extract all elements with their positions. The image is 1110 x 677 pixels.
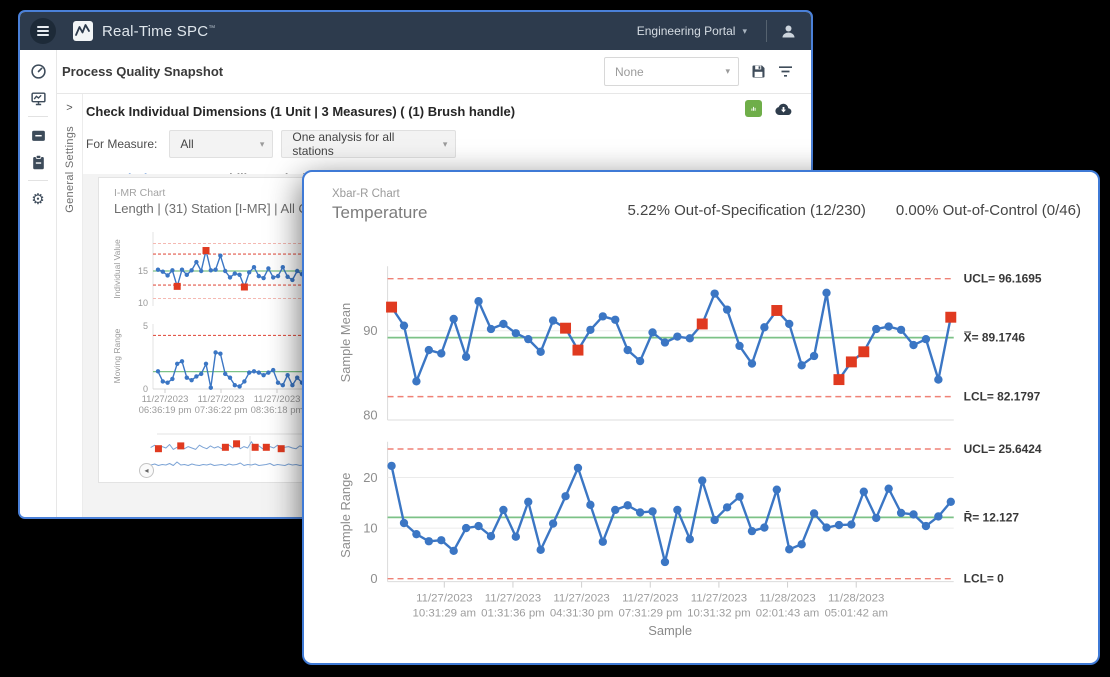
svg-text:02:01:43 am: 02:01:43 am xyxy=(756,607,820,619)
svg-text:11/28/2023: 11/28/2023 xyxy=(759,593,815,605)
general-settings-panel: > General Settings xyxy=(57,94,83,517)
svg-text:10:31:29 am: 10:31:29 am xyxy=(413,607,477,619)
clipboard-icon[interactable] xyxy=(23,150,53,174)
expand-panel-chevron-icon[interactable]: > xyxy=(62,100,76,116)
svg-text:Moving Range: Moving Range xyxy=(112,328,122,383)
dashboard-gauge-icon[interactable] xyxy=(23,59,53,83)
svg-text:15: 15 xyxy=(138,266,148,276)
analysis-scope-value: One analysis for all stations xyxy=(292,130,431,158)
caret-down-icon: ▾ xyxy=(260,139,265,150)
imr-chart-type-label: I-MR Chart xyxy=(114,187,165,199)
user-icon[interactable] xyxy=(780,23,797,40)
filter-icon[interactable] xyxy=(778,65,793,78)
moving-range-chart[interactable]: 5 0 Moving Range xyxy=(108,319,318,393)
svg-text:UCL= 96.1695: UCL= 96.1695 xyxy=(964,272,1042,286)
settings-gear-icon[interactable]: ⚙ xyxy=(23,187,53,211)
xbar-r-chart-plot[interactable]: 90 80 UCL= 96.1695 X̿= 89.1746 LCL= 82.1797 S… xyxy=(304,172,1098,663)
svg-text:R̄= 12.127: R̄= 12.127 xyxy=(964,510,1020,524)
panel-card-icon[interactable] xyxy=(23,123,53,147)
svg-text:11/27/2023: 11/27/2023 xyxy=(485,593,541,605)
svg-text:UCL= 25.6424: UCL= 25.6424 xyxy=(964,442,1042,456)
screenshot-canvas: Real-Time SPC™ Engineering Portal ▾ xyxy=(0,0,1110,677)
svg-text:11/27/2023: 11/27/2023 xyxy=(691,593,747,605)
svg-text:11/27/2023: 11/27/2023 xyxy=(553,593,609,605)
next-chart-preview-strip[interactable] xyxy=(143,428,313,483)
xbar-r-chart-window: Xbar-R Chart Temperature 5.22% Out-of-Sp… xyxy=(302,170,1100,665)
previous-chart-button[interactable]: ◂ xyxy=(139,463,154,478)
svg-text:0: 0 xyxy=(143,384,148,393)
svg-text:11/27/2023: 11/27/2023 xyxy=(416,593,472,605)
measure-select-value: All xyxy=(180,137,193,151)
caret-down-icon: ▾ xyxy=(725,66,730,77)
svg-text:0: 0 xyxy=(370,571,377,586)
svg-text:07:31:29 pm: 07:31:29 pm xyxy=(618,607,682,619)
report-preset-select[interactable]: None ▾ xyxy=(604,57,739,86)
app-title: Real-Time SPC™ xyxy=(102,23,215,40)
caret-down-icon: ▾ xyxy=(742,26,747,37)
portal-dropdown[interactable]: Engineering Portal ▾ xyxy=(631,23,753,39)
for-measure-label: For Measure: xyxy=(86,137,157,151)
svg-text:05:01:42 am: 05:01:42 am xyxy=(824,607,888,619)
svg-text:11/27/2023: 11/27/2023 xyxy=(622,593,678,605)
analysis-section-title: Check Individual Dimensions (1 Unit | 3 … xyxy=(86,104,515,119)
svg-text:01:31:36 pm: 01:31:36 pm xyxy=(481,607,545,619)
svg-text:10: 10 xyxy=(138,298,148,308)
svg-text:5: 5 xyxy=(143,321,148,331)
bar-chart-icon[interactable] xyxy=(745,100,762,117)
svg-text:Sample: Sample xyxy=(648,623,692,638)
caret-down-icon: ▾ xyxy=(443,139,448,150)
individual-value-chart[interactable]: 15 10 Individual Value xyxy=(108,226,318,310)
svg-text:Sample Range: Sample Range xyxy=(338,473,353,558)
app-logo-chart-icon xyxy=(72,20,94,42)
svg-text:10: 10 xyxy=(363,521,377,536)
svg-text:11/28/2023: 11/28/2023 xyxy=(828,593,884,605)
monitor-chart-icon[interactable] xyxy=(23,86,53,110)
svg-text:Sample Mean: Sample Mean xyxy=(338,303,353,383)
cloud-download-icon[interactable] xyxy=(774,102,793,116)
svg-text:10:31:32 pm: 10:31:32 pm xyxy=(687,607,751,619)
report-preset-value: None xyxy=(615,65,644,79)
svg-text:LCL= 82.1797: LCL= 82.1797 xyxy=(964,390,1041,404)
snapshot-toolbar: Process Quality Snapshot None ▾ xyxy=(57,50,811,94)
svg-text:20: 20 xyxy=(363,470,377,485)
menu-icon[interactable] xyxy=(30,18,56,44)
svg-text:X̿= 89.1746: X̿= 89.1746 xyxy=(964,330,1026,345)
svg-text:LCL= 0: LCL= 0 xyxy=(964,572,1004,586)
svg-text:04:31:30 pm: 04:31:30 pm xyxy=(550,607,614,619)
general-settings-label: General Settings xyxy=(64,126,76,213)
page-title: Process Quality Snapshot xyxy=(62,64,223,79)
app-header: Real-Time SPC™ Engineering Portal ▾ xyxy=(20,12,811,50)
analysis-scope-select[interactable]: One analysis for all stations ▾ xyxy=(281,130,456,158)
svg-text:Individual Value: Individual Value xyxy=(112,239,122,299)
rail-divider xyxy=(28,116,48,117)
svg-text:90: 90 xyxy=(363,323,377,338)
rail-divider xyxy=(28,180,48,181)
save-icon[interactable] xyxy=(751,64,766,79)
measure-select[interactable]: All ▾ xyxy=(169,130,273,158)
left-icon-rail: ⚙ xyxy=(20,50,57,517)
header-divider xyxy=(766,20,767,42)
svg-text:80: 80 xyxy=(363,408,377,423)
